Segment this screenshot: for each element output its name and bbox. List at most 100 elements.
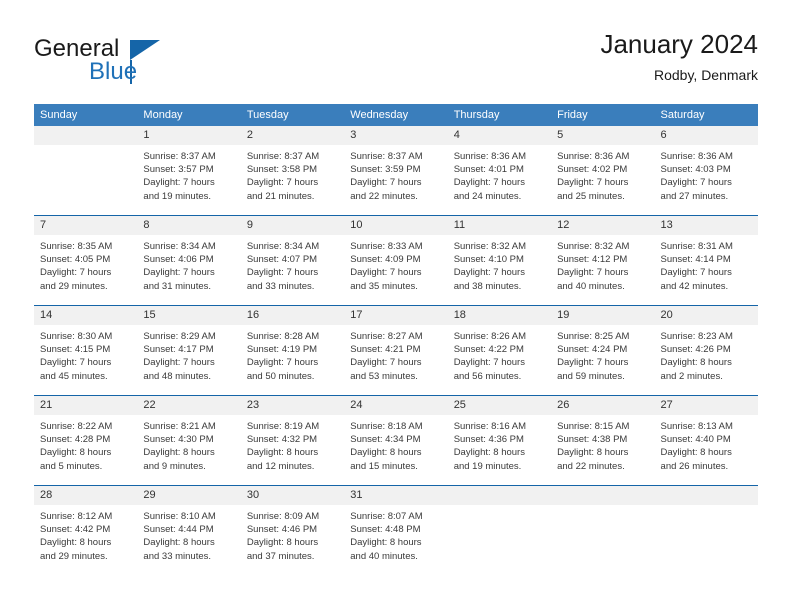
day-cell[interactable]: 17 Sunrise: 8:27 AM Sunset: 4:21 PM Dayligh… [344, 306, 448, 395]
day-cell[interactable]: 24 Sunrise: 8:18 AM Sunset: 4:34 PM Dayligh… [344, 396, 448, 485]
day-info-daylight1: Daylight: 8 hours [453, 447, 525, 459]
day-number: 15 [137, 306, 241, 325]
calendar-cell: 15 Sunrise: 8:29 AM Sunset: 4:17 PM Dayligh… [137, 305, 241, 396]
day-info-sunrise: Sunrise: 8:32 AM [453, 241, 527, 252]
day-cell[interactable]: 11 Sunrise: 8:32 AM Sunset: 4:10 PM Dayligh… [447, 216, 552, 305]
brand-name-blue: Blue [89, 58, 138, 85]
day-number: 5 [551, 126, 655, 145]
day-cell[interactable]: 29 Sunrise: 8:10 AM Sunset: 4:44 PM Dayligh… [137, 486, 241, 575]
day-cell[interactable]: 15 Sunrise: 8:29 AM Sunset: 4:17 PM Dayligh… [137, 306, 241, 395]
day-number [447, 486, 552, 505]
day-info-sunset: Sunset: 4:48 PM [350, 524, 421, 536]
day-cell[interactable]: 19 Sunrise: 8:25 AM Sunset: 4:24 PM Dayligh… [551, 306, 655, 395]
day-cell[interactable]: 10 Sunrise: 8:33 AM Sunset: 4:09 PM Dayligh… [344, 216, 448, 305]
day-cell[interactable]: 21 Sunrise: 8:22 AM Sunset: 4:28 PM Dayligh… [34, 396, 138, 485]
calendar-cell: 19 Sunrise: 8:25 AM Sunset: 4:24 PM Dayligh… [551, 305, 655, 396]
day-number: 27 [654, 396, 758, 415]
day-info-sunrise: Sunrise: 8:33 AM [350, 241, 423, 252]
calendar-body: 1 Sunrise: 8:37 AM Sunset: 3:57 PM Daylight… [34, 126, 758, 575]
day-cell[interactable]: 23 Sunrise: 8:19 AM Sunset: 4:32 PM Dayligh… [240, 396, 345, 485]
calendar-cell [551, 485, 655, 575]
day-cell[interactable]: 20 Sunrise: 8:23 AM Sunset: 4:26 PM Dayligh… [654, 306, 758, 395]
calendar-cell: 20 Sunrise: 8:23 AM Sunset: 4:26 PM Dayligh… [654, 305, 758, 396]
calendar-week-row: 28 Sunrise: 8:12 AM Sunset: 4:42 PM Dayligh… [34, 485, 758, 575]
day-number: 7 [34, 216, 138, 235]
day-info-daylight2: and 40 minutes. [557, 280, 625, 292]
day-info-sunrise: Sunrise: 8:12 AM [40, 511, 113, 522]
day-info-sunrise: Sunrise: 8:25 AM [557, 331, 630, 342]
day-info-sunset: Sunset: 4:14 PM [660, 254, 731, 266]
day-info-sunrise: Sunrise: 8:09 AM [246, 511, 320, 522]
day-info-daylight2: and 27 minutes. [660, 190, 729, 202]
day-cell[interactable]: 9 Sunrise: 8:34 AM Sunset: 4:07 PM Daylight… [240, 216, 345, 305]
day-number: 1 [137, 126, 241, 145]
day-cell[interactable]: 25 Sunrise: 8:16 AM Sunset: 4:36 PM Dayligh… [447, 396, 552, 485]
day-cell[interactable]: 22 Sunrise: 8:21 AM Sunset: 4:30 PM Dayligh… [137, 396, 241, 485]
brand-logo[interactable]: General Blue [34, 36, 234, 92]
day-info-sunrise: Sunrise: 8:18 AM [350, 421, 423, 432]
day-cell[interactable]: 31 Sunrise: 8:07 AM Sunset: 4:48 PM Dayligh… [344, 486, 448, 575]
day-info-daylight1: Daylight: 8 hours [246, 537, 319, 549]
day-cell[interactable]: 2 Sunrise: 8:37 AM Sunset: 3:58 PM Daylight… [240, 126, 345, 215]
day-info-daylight1: Daylight: 7 hours [246, 357, 319, 369]
day-info-daylight2: and 22 minutes. [350, 190, 418, 202]
day-info-daylight2: and 12 minutes. [246, 460, 315, 472]
day-cell[interactable]: 18 Sunrise: 8:26 AM Sunset: 4:22 PM Dayligh… [447, 306, 552, 395]
day-info-daylight2: and 29 minutes. [40, 550, 108, 562]
day-info-sunset: Sunset: 4:09 PM [350, 254, 421, 266]
day-info-sunset: Sunset: 4:02 PM [557, 164, 628, 176]
day-cell[interactable]: 5 Sunrise: 8:36 AM Sunset: 4:02 PM Daylight… [551, 126, 655, 215]
day-number: 24 [344, 396, 448, 415]
day-cell[interactable]: 7 Sunrise: 8:35 AM Sunset: 4:05 PM Daylight… [34, 216, 138, 305]
day-cell[interactable]: 14 Sunrise: 8:30 AM Sunset: 4:15 PM Dayligh… [34, 306, 138, 395]
day-info: Sunrise: 8:34 AM Sunset: 4:07 PM Daylight:… [241, 235, 344, 293]
day-info-sunset: Sunset: 3:57 PM [143, 164, 214, 176]
day-cell[interactable]: 26 Sunrise: 8:15 AM Sunset: 4:38 PM Dayligh… [551, 396, 655, 485]
calendar-week-row: 21 Sunrise: 8:22 AM Sunset: 4:28 PM Dayligh… [34, 395, 758, 486]
day-cell[interactable]: 8 Sunrise: 8:34 AM Sunset: 4:06 PM Daylight… [137, 216, 241, 305]
day-cell[interactable]: 1 Sunrise: 8:37 AM Sunset: 3:57 PM Daylight… [137, 126, 241, 215]
day-cell[interactable]: 4 Sunrise: 8:36 AM Sunset: 4:01 PM Daylight… [447, 126, 552, 215]
day-cell[interactable]: 3 Sunrise: 8:37 AM Sunset: 3:59 PM Daylight… [344, 126, 448, 215]
day-info-sunrise: Sunrise: 8:37 AM [350, 151, 423, 162]
day-number: 29 [137, 486, 241, 505]
day-info-sunrise: Sunrise: 8:32 AM [557, 241, 630, 252]
day-number: 16 [240, 306, 345, 325]
day-number: 12 [551, 216, 655, 235]
day-cell[interactable]: 16 Sunrise: 8:28 AM Sunset: 4:19 PM Dayligh… [240, 306, 345, 395]
calendar-cell [447, 485, 552, 575]
calendar-cell: 18 Sunrise: 8:26 AM Sunset: 4:22 PM Dayligh… [447, 305, 552, 396]
day-number: 3 [344, 126, 448, 145]
calendar-cell: 30 Sunrise: 8:09 AM Sunset: 4:46 PM Dayligh… [240, 485, 345, 575]
calendar-cell: 23 Sunrise: 8:19 AM Sunset: 4:32 PM Dayligh… [240, 395, 345, 486]
day-info: Sunrise: 8:18 AM Sunset: 4:34 PM Daylight:… [344, 415, 447, 473]
day-cell[interactable]: 13 Sunrise: 8:31 AM Sunset: 4:14 PM Dayligh… [654, 216, 758, 305]
weekday-header-tuesday: Tuesday [240, 104, 345, 126]
day-cell[interactable]: 28 Sunrise: 8:12 AM Sunset: 4:42 PM Dayligh… [34, 486, 138, 575]
day-number [551, 486, 655, 505]
day-cell[interactable]: 12 Sunrise: 8:32 AM Sunset: 4:12 PM Dayligh… [551, 216, 655, 305]
day-info-sunrise: Sunrise: 8:34 AM [246, 241, 320, 252]
calendar-cell: 5 Sunrise: 8:36 AM Sunset: 4:02 PM Daylight… [551, 126, 655, 216]
day-info-daylight2: and 59 minutes. [557, 370, 625, 382]
day-info-daylight2: and 15 minutes. [350, 460, 418, 472]
weekday-header-sunday: Sunday [34, 104, 138, 126]
day-info-daylight2: and 48 minutes. [143, 370, 212, 382]
day-info-daylight1: Daylight: 7 hours [143, 177, 215, 189]
day-info: Sunrise: 8:26 AM Sunset: 4:22 PM Daylight:… [448, 325, 551, 383]
day-number: 13 [654, 216, 758, 235]
calendar-cell [34, 126, 138, 216]
day-info-sunrise: Sunrise: 8:36 AM [660, 151, 733, 162]
day-info-sunrise: Sunrise: 8:23 AM [660, 331, 733, 342]
day-cell[interactable]: 30 Sunrise: 8:09 AM Sunset: 4:46 PM Dayligh… [240, 486, 345, 575]
day-info-sunset: Sunset: 4:03 PM [660, 164, 731, 176]
day-info-daylight1: Daylight: 7 hours [246, 177, 319, 189]
day-info: Sunrise: 8:36 AM Sunset: 4:02 PM Daylight:… [551, 145, 654, 203]
day-info-daylight2: and 2 minutes. [660, 370, 723, 382]
day-info-daylight1: Daylight: 7 hours [350, 357, 422, 369]
day-info-sunrise: Sunrise: 8:35 AM [40, 241, 113, 252]
day-info-sunrise: Sunrise: 8:29 AM [143, 331, 216, 342]
day-cell[interactable]: 27 Sunrise: 8:13 AM Sunset: 4:40 PM Dayligh… [654, 396, 758, 485]
day-cell[interactable]: 6 Sunrise: 8:36 AM Sunset: 4:03 PM Daylight… [654, 126, 758, 215]
day-info-daylight1: Daylight: 7 hours [660, 267, 732, 279]
